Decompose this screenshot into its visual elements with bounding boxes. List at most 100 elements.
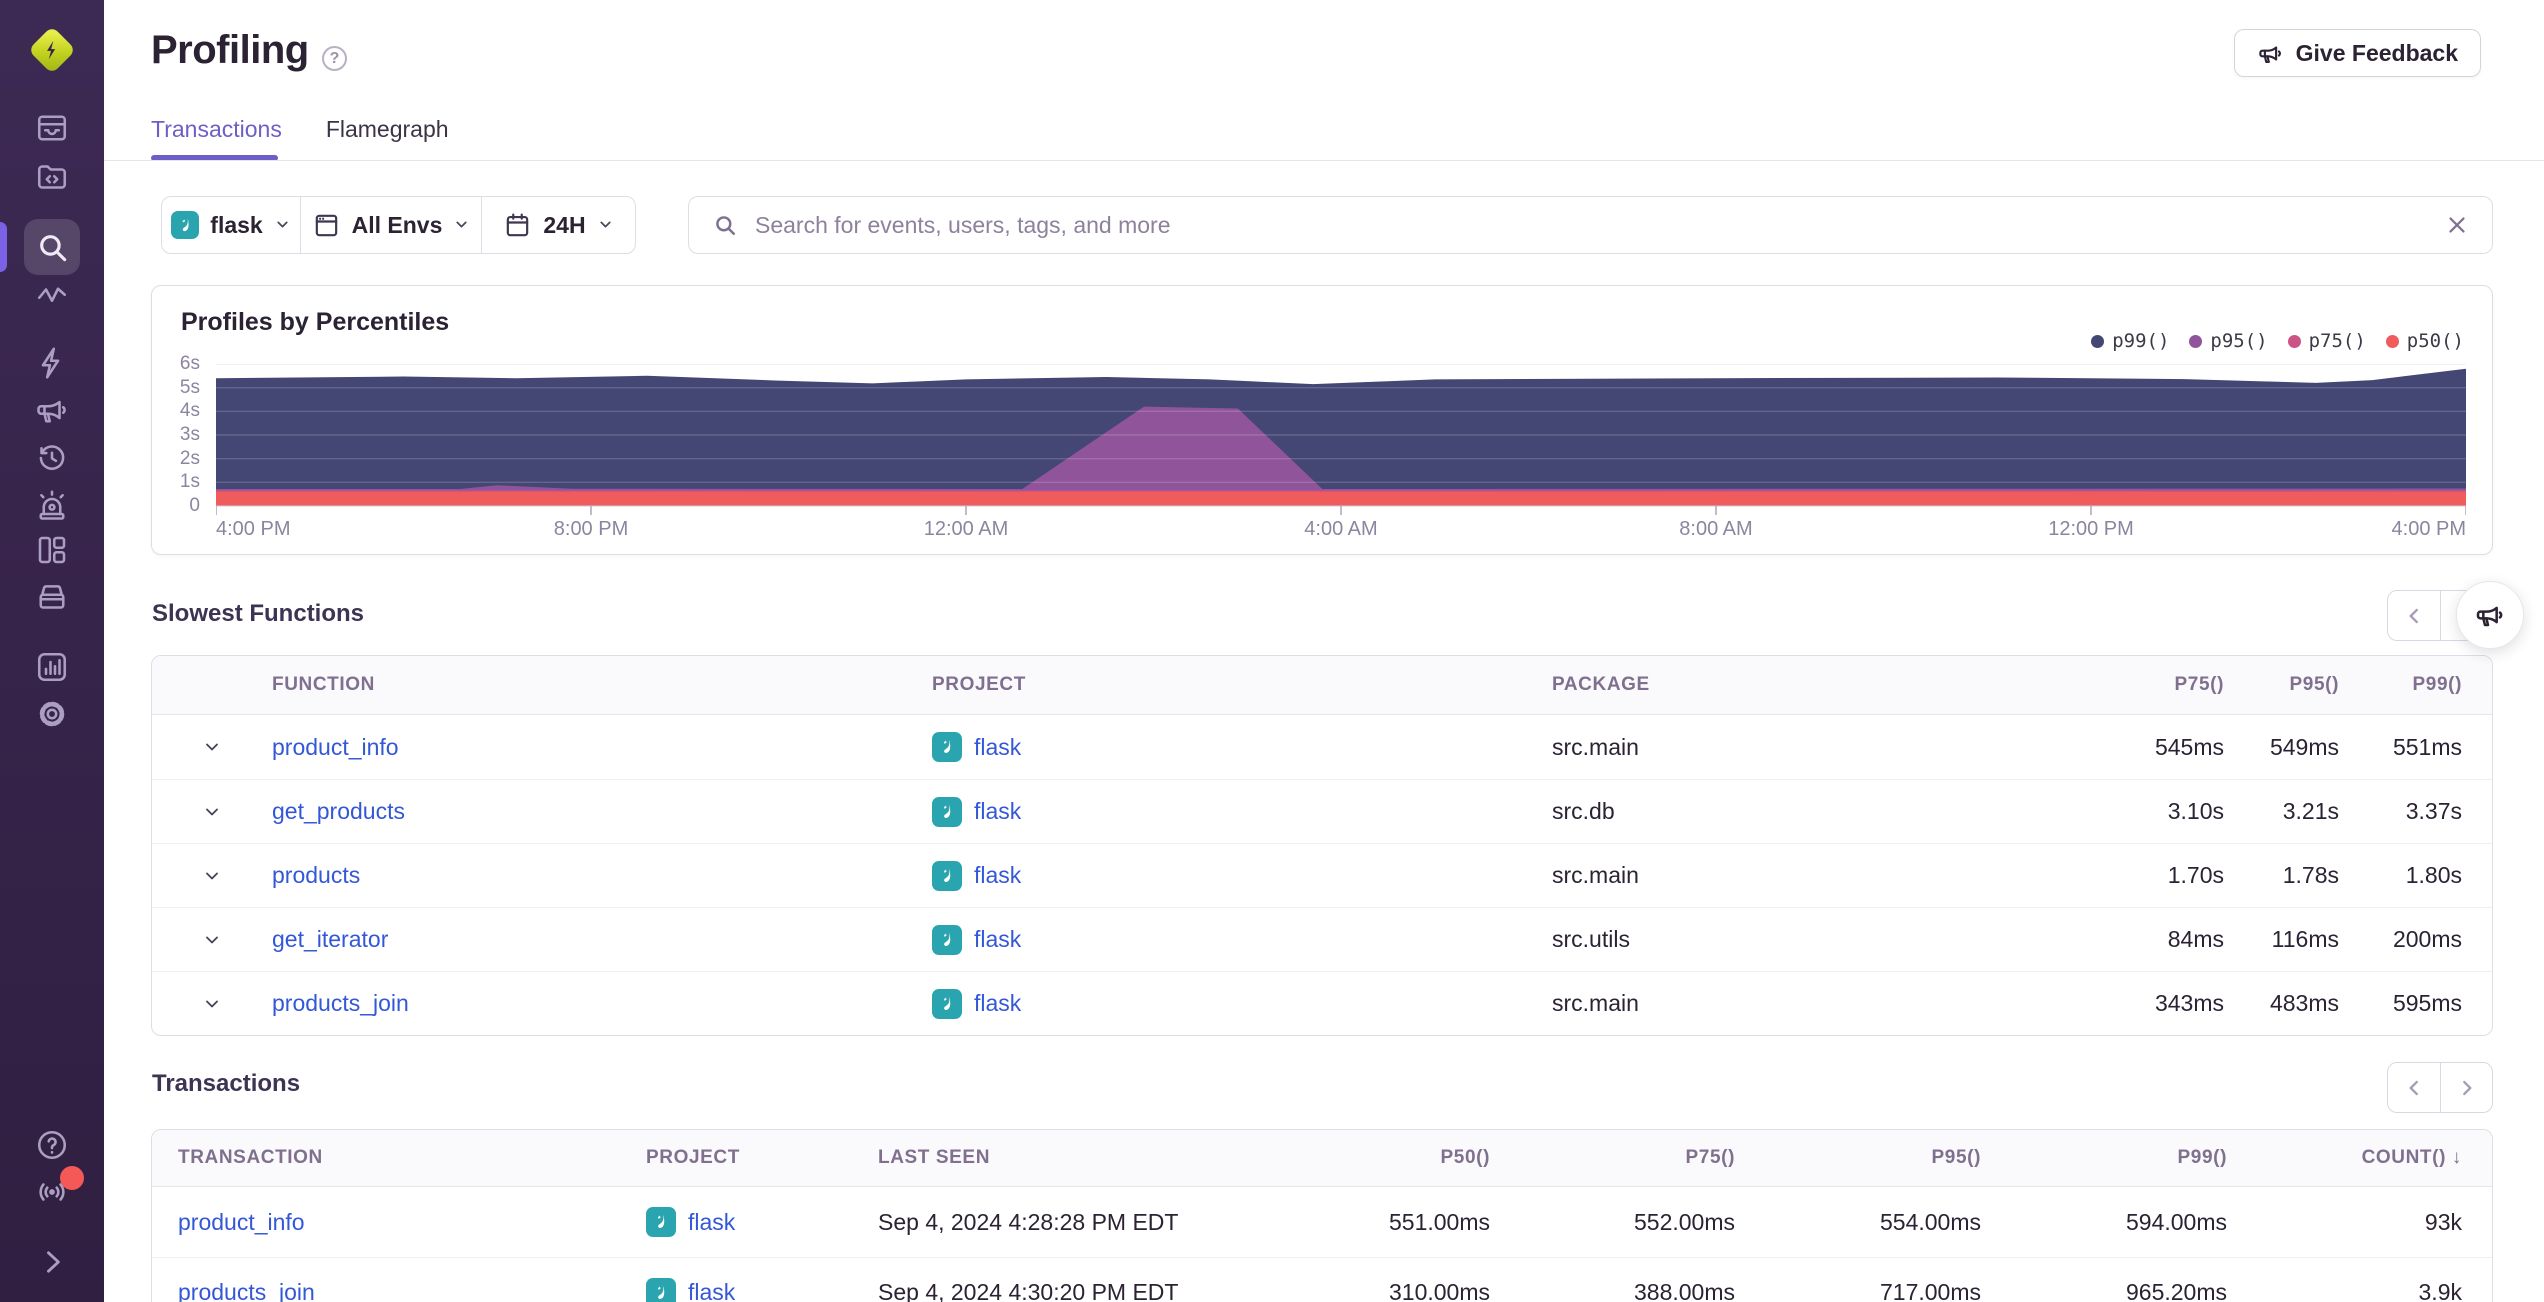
expand-chevron-icon[interactable] <box>152 994 272 1014</box>
alert-siren-icon[interactable] <box>28 481 76 529</box>
expand-chevron-icon[interactable] <box>152 802 272 822</box>
count-value: 3.9k <box>2418 1279 2462 1302</box>
clock-history-icon[interactable] <box>28 434 76 482</box>
package-cell: src.main <box>1552 733 1639 760</box>
inbox-issues-icon[interactable] <box>28 104 76 152</box>
floating-feedback-button[interactable] <box>2456 581 2524 649</box>
column-header-p50[interactable]: P50() <box>1250 1147 1490 1169</box>
table-row[interactable]: product_info flask src.main 545ms 549ms 551ms <box>152 715 2492 779</box>
column-header-p99[interactable]: P99() <box>2339 674 2492 696</box>
broadcast-icon[interactable] <box>28 1166 84 1216</box>
slowest-functions-title: Slowest Functions <box>152 600 365 627</box>
function-link[interactable]: product_info <box>272 734 399 760</box>
folder-code-icon[interactable] <box>28 153 76 201</box>
profiling-page: Profiling ? Give Feedback Transactions F… <box>0 0 2544 1302</box>
y-axis-tick-label: 1s <box>179 471 200 493</box>
legend-label: p99() <box>2112 330 2170 352</box>
expand-chevron-icon[interactable] <box>152 930 272 950</box>
project-cell: flask <box>932 988 1552 1019</box>
project-link[interactable]: flask <box>688 1279 735 1302</box>
legend-item[interactable]: p99() <box>2091 330 2169 352</box>
project-link[interactable]: flask <box>974 798 1021 825</box>
x-axis-tick-label: 4:00 AM <box>1304 518 1378 540</box>
function-link[interactable]: products_join <box>272 990 409 1016</box>
legend-item[interactable]: p95() <box>2189 330 2268 352</box>
clear-search-icon[interactable] <box>2444 212 2470 238</box>
activity-zigzag-icon[interactable] <box>28 270 76 318</box>
column-header-p75[interactable]: P75() <box>1944 674 2224 696</box>
transaction-link[interactable]: products_join <box>178 1279 315 1302</box>
search-input[interactable] <box>755 211 2428 239</box>
project-cell: flask <box>932 796 1552 827</box>
megaphone-icon[interactable] <box>28 386 76 434</box>
give-feedback-button[interactable]: Give Feedback <box>2233 29 2481 77</box>
table-row[interactable]: product_info flask Sep 4, 2024 4:28:28 PM … <box>152 1187 2492 1257</box>
date-range-filter-label: 24H <box>543 211 586 238</box>
p75-value: 545ms <box>2154 733 2224 760</box>
lightning-icon[interactable] <box>28 339 76 387</box>
expand-chevron-icon[interactable] <box>152 866 272 886</box>
layout-grid-icon[interactable] <box>28 526 76 574</box>
legend-item[interactable]: p75() <box>2287 330 2366 352</box>
transaction-link[interactable]: product_info <box>178 1209 305 1235</box>
function-link[interactable]: get_products <box>272 798 405 824</box>
project-link[interactable]: flask <box>974 862 1021 889</box>
function-link[interactable]: get_iterator <box>272 926 388 952</box>
column-header-p99[interactable]: P99() <box>1981 1147 2227 1169</box>
table-header-row: FUNCTION PROJECT PACKAGE P75() P95() P99… <box>152 656 2492 715</box>
legend-label: p75() <box>2308 330 2366 352</box>
p75-value: 84ms <box>2167 926 2224 952</box>
transactions-table: TRANSACTION PROJECT LAST SEEN P50() P75(… <box>151 1129 2493 1302</box>
expand-chevron-icon[interactable] <box>152 737 272 757</box>
sentry-logo[interactable] <box>27 25 77 75</box>
column-header-count[interactable]: COUNT() ↓ <box>2227 1147 2492 1169</box>
x-axis-tick-label: 4:00 PM <box>2391 518 2466 540</box>
archive-box-icon[interactable] <box>28 573 76 621</box>
search-icon[interactable] <box>28 223 76 271</box>
column-header-function: FUNCTION <box>272 674 375 695</box>
x-axis-tick-label: 8:00 AM <box>1679 518 1753 540</box>
help-question-icon[interactable]: ? <box>322 46 347 71</box>
column-header-p75[interactable]: P75() <box>1490 1147 1735 1169</box>
prev-page-button[interactable] <box>2387 1062 2440 1113</box>
flask-project-icon <box>932 860 962 891</box>
bar-chart-icon[interactable] <box>28 643 76 691</box>
environment-filter[interactable]: All Envs <box>300 197 481 253</box>
tab-flamegraph[interactable]: Flamegraph <box>326 116 449 163</box>
percentiles-area-chart[interactable] <box>215 363 2467 518</box>
active-item-indicator <box>0 222 7 272</box>
y-axis-tick-label: 4s <box>179 400 200 422</box>
help-icon[interactable] <box>28 1121 76 1169</box>
column-header-project: PROJECT <box>932 674 1026 695</box>
p95-value: 554.00ms <box>1879 1208 1981 1235</box>
gear-icon[interactable] <box>28 690 76 738</box>
column-header-p95[interactable]: P95() <box>1735 1147 1981 1169</box>
project-link[interactable]: flask <box>974 734 1021 761</box>
table-row[interactable]: get_products flask src.db 3.10s 3.21s 3.37s <box>152 779 2492 843</box>
project-link[interactable]: flask <box>974 926 1021 953</box>
project-link[interactable]: flask <box>688 1209 735 1236</box>
function-link[interactable]: products <box>272 862 360 888</box>
table-row[interactable]: get_iterator flask src.utils 84ms 116ms 200ms <box>152 907 2492 971</box>
flask-project-icon <box>932 988 962 1019</box>
column-header-p95[interactable]: P95() <box>2224 674 2339 696</box>
transaction-cell: products_join <box>152 1279 646 1302</box>
expand-chevron-icon[interactable] <box>28 1238 76 1286</box>
y-axis-tick-label: 3s <box>179 424 200 445</box>
project-link[interactable]: flask <box>974 990 1021 1017</box>
lightning-bolt-glyph <box>47 40 56 60</box>
legend-item[interactable]: p50() <box>2385 330 2464 352</box>
project-filter[interactable]: flask <box>162 197 300 253</box>
table-row[interactable]: products_join flask src.main 343ms 483ms 595m… <box>152 971 2492 1035</box>
give-feedback-label: Give Feedback <box>2295 39 2458 66</box>
chart-title: Profiles by Percentiles <box>181 308 450 336</box>
table-row[interactable]: products_join flask Sep 4, 2024 4:30:20 PM… <box>152 1257 2492 1302</box>
x-axis-tick-label: 12:00 AM <box>923 518 1009 540</box>
date-range-filter[interactable]: 24H <box>481 197 635 253</box>
function-cell: product_info <box>272 734 932 761</box>
p95-value: 483ms <box>2269 990 2339 1016</box>
p95-value: 3.21s <box>2282 798 2339 824</box>
prev-page-button[interactable] <box>2387 590 2440 641</box>
table-row[interactable]: products flask src.main 1.70s 1.78s 1.80s <box>152 843 2492 907</box>
next-page-button[interactable] <box>2440 1062 2493 1113</box>
